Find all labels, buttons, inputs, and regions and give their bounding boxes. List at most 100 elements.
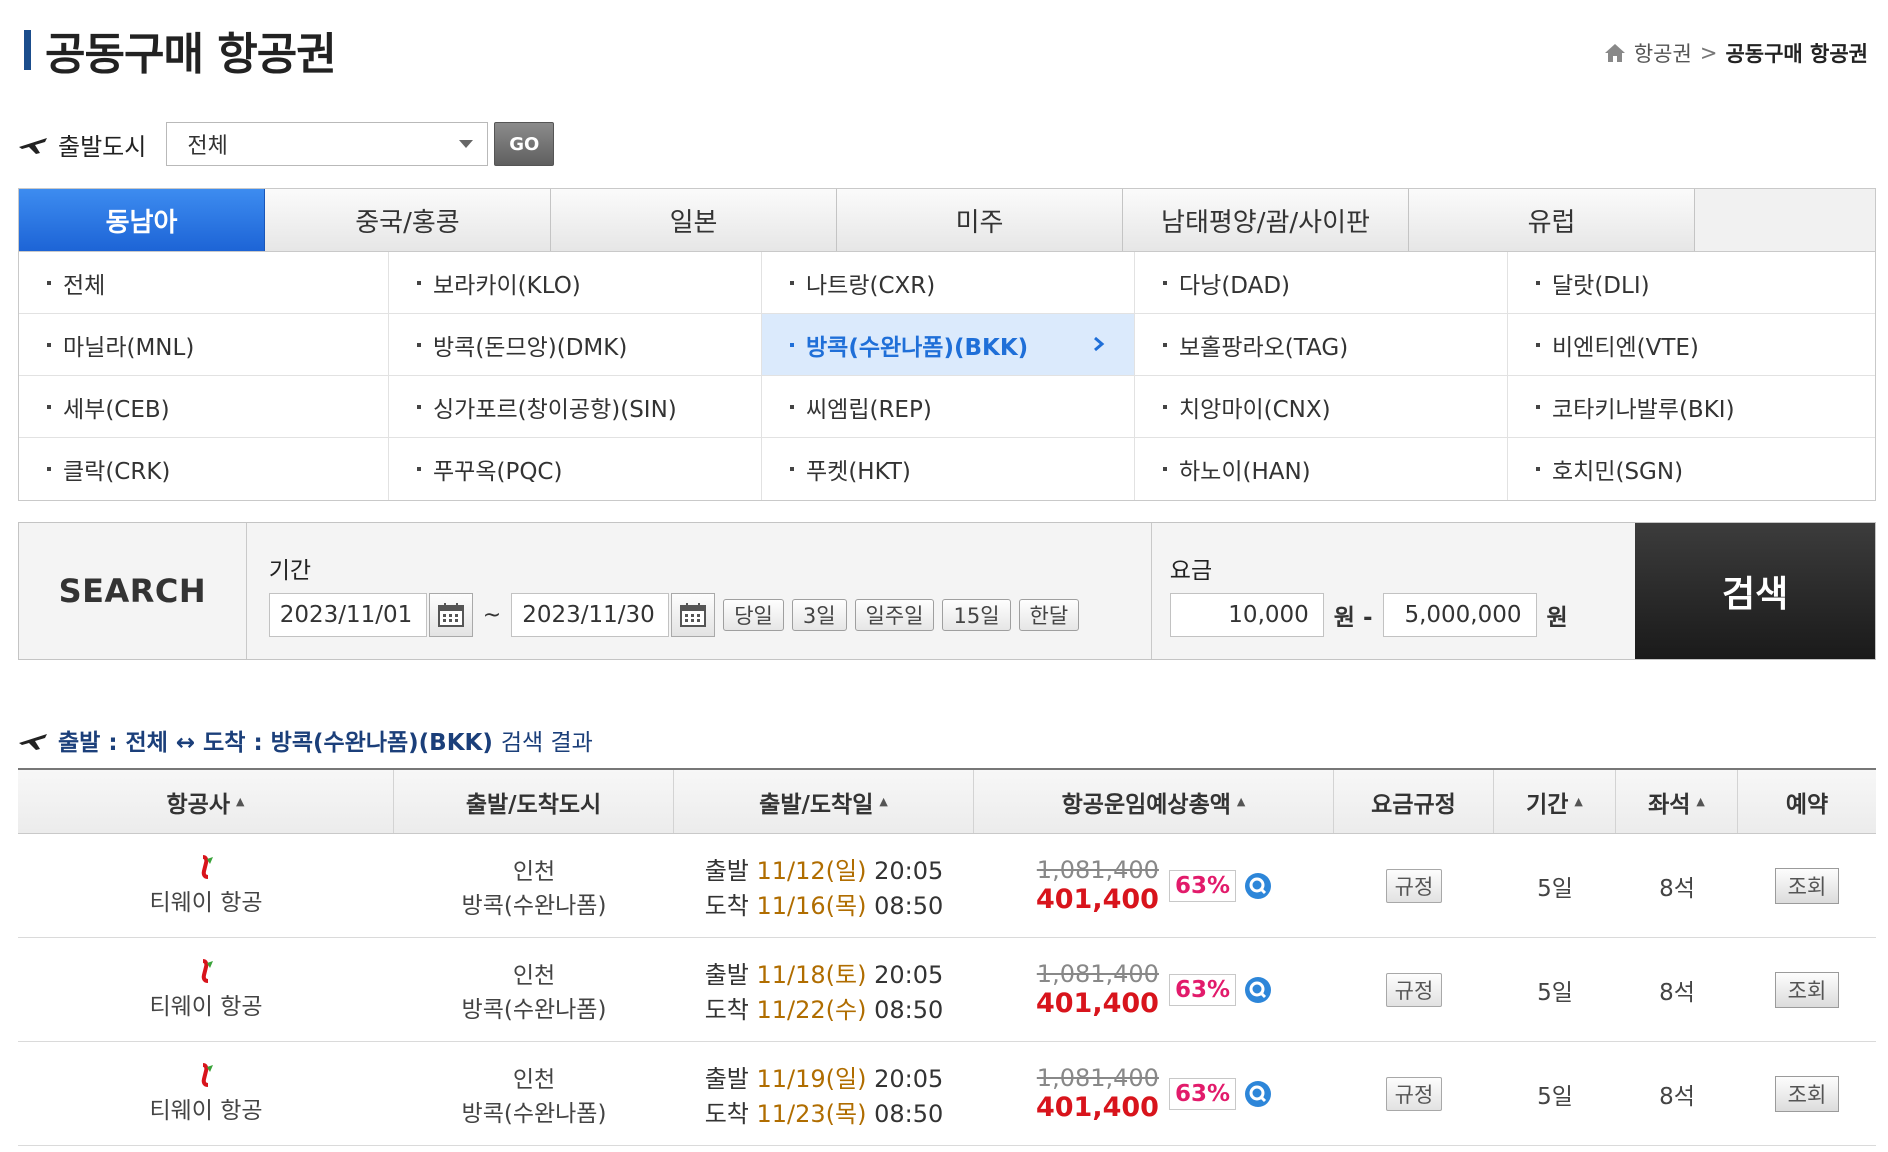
quick-range-week-button[interactable]: 일주일 xyxy=(854,599,935,631)
airline-name: 티웨이 항공 xyxy=(149,889,263,916)
magnifier-icon[interactable] xyxy=(1244,1080,1272,1108)
departure-time: 20:05 xyxy=(874,1064,944,1093)
tab-southeast-asia[interactable]: 동남아 xyxy=(19,189,265,251)
column-label: 기간 xyxy=(1526,791,1569,818)
city-item-tag[interactable]: 보홀팡라오(TAG) xyxy=(1135,314,1508,376)
departure-date: 11/12(일) xyxy=(756,856,867,885)
calendar-icon[interactable] xyxy=(428,593,473,637)
date-to-input[interactable]: 2023/11/30 xyxy=(511,593,670,637)
flight-results-table: 항공사 ▲ 출발/도착도시 출발/도착일 ▲ 항공운임예상총액 ▲ 요금규정 기간 ▲ … xyxy=(18,768,1876,1146)
arrival-datetime: 도착 11/22(수) 08:50 xyxy=(705,990,944,1025)
column-total-fare[interactable]: 항공운임예상총액 ▲ xyxy=(974,770,1334,833)
page-header: 공동구매 항공권 xyxy=(24,20,337,80)
city-item-sgn[interactable]: 호치민(SGN) xyxy=(1508,438,1875,500)
destination-city: 방콕(수완나폼) xyxy=(461,996,607,1023)
fare-rules-button[interactable]: 규정 xyxy=(1385,868,1443,903)
airline-cell: 티웨이 항공 xyxy=(18,938,394,1041)
bullet xyxy=(1163,280,1167,285)
column-seats[interactable]: 좌석 ▲ xyxy=(1616,770,1738,833)
tab-america[interactable]: 미주 xyxy=(837,189,1123,251)
city-item-vte[interactable]: 비엔티엔(VTE) xyxy=(1508,314,1875,376)
city-item-bkk[interactable]: 방콕(수완나폼)(BKK) xyxy=(762,314,1135,376)
chevron-down-icon xyxy=(459,140,474,148)
city-item-hkt[interactable]: 푸켓(HKT) xyxy=(762,438,1135,500)
city-label: 보라카이(KLO) xyxy=(433,272,581,299)
discount-badge: 63% xyxy=(1168,1077,1237,1110)
arrival-prefix: 도착 xyxy=(704,891,749,920)
city-item-dmk[interactable]: 방콕(돈므앙)(DMK) xyxy=(389,314,762,376)
city-item-klo[interactable]: 보라카이(KLO) xyxy=(389,252,762,314)
tab-japan[interactable]: 일본 xyxy=(551,189,837,251)
city-item-crk[interactable]: 클락(CRK) xyxy=(19,438,389,500)
city-item-all[interactable]: 전체 xyxy=(19,252,389,314)
bullet xyxy=(417,467,421,471)
city-label: 싱가포르(창이공항)(SIN) xyxy=(433,396,677,423)
departure-datetime: 출발 11/19(일) 20:05 xyxy=(705,1059,944,1094)
column-label: 요금규정 xyxy=(1371,791,1456,818)
go-button[interactable]: GO xyxy=(494,122,555,166)
departure-city-select[interactable]: 전체 xyxy=(166,122,489,166)
city-item-pqc[interactable]: 푸꾸옥(PQC) xyxy=(389,438,762,500)
fare-min-input[interactable]: 10,000 xyxy=(1169,593,1324,637)
quick-range-month-button[interactable]: 한달 xyxy=(1018,599,1080,631)
quick-range-today-button[interactable]: 당일 xyxy=(723,599,784,631)
page-title: 공동구매 항공권 xyxy=(45,29,337,80)
fare-rules-button[interactable]: 규정 xyxy=(1385,972,1443,1007)
quick-range-15days-button[interactable]: 15일 xyxy=(942,599,1011,631)
tway-logo-icon xyxy=(201,958,213,983)
column-period[interactable]: 기간 ▲ xyxy=(1494,770,1616,833)
period-cell: 5일 xyxy=(1537,1083,1573,1110)
column-dates[interactable]: 출발/도착일 ▲ xyxy=(674,770,974,833)
city-label: 나트랑(CXR) xyxy=(806,272,936,299)
city-item-ceb[interactable]: 세부(CEB) xyxy=(19,376,389,438)
quick-range-3days-button[interactable]: 3일 xyxy=(791,599,847,631)
fare-max-input[interactable]: 5,000,000 xyxy=(1382,593,1537,637)
city-label: 클락(CRK) xyxy=(63,459,171,485)
currency-unit-label: 원 - xyxy=(1333,605,1373,631)
city-item-han[interactable]: 하노이(HAN) xyxy=(1135,438,1508,500)
breadcrumb-item-flights[interactable]: 항공권 xyxy=(1634,38,1692,68)
bullet xyxy=(1536,342,1540,347)
city-label: 다낭(DAD) xyxy=(1179,272,1291,299)
region-tabs: 동남아 중국/홍콩 일본 미주 남태평양/괌/사이판 유럽 xyxy=(18,188,1876,252)
search-button[interactable]: 검색 xyxy=(1635,523,1875,659)
tway-logo-icon xyxy=(201,854,213,879)
city-item-dad[interactable]: 다낭(DAD) xyxy=(1135,252,1508,314)
calendar-icon[interactable] xyxy=(671,593,716,637)
view-button[interactable]: 조회 xyxy=(1774,971,1840,1008)
column-cities: 출발/도착도시 xyxy=(394,770,674,833)
sale-price: 401,400 xyxy=(1035,988,1159,1019)
breadcrumb-item-current: 공동구매 항공권 xyxy=(1725,42,1868,66)
departure-time: 20:05 xyxy=(874,960,944,989)
date-from-input[interactable]: 2023/11/01 xyxy=(268,593,427,637)
tab-south-pacific[interactable]: 남태평양/괌/사이판 xyxy=(1123,189,1409,251)
fare-cell: 1,081,400 401,400 63% xyxy=(974,938,1334,1041)
view-button[interactable]: 조회 xyxy=(1774,1075,1840,1112)
tab-china-hongkong[interactable]: 중국/홍콩 xyxy=(265,189,551,251)
city-item-dli[interactable]: 달랏(DLI) xyxy=(1508,252,1875,314)
period-cell: 5일 xyxy=(1537,875,1573,902)
airline-name: 티웨이 항공 xyxy=(149,1097,263,1124)
table-row: 티웨이 항공 인천 방콕(수완나폼) 출발 11/12(일) 20:05 도착 … xyxy=(18,834,1876,938)
seats-cell: 8석 xyxy=(1659,1083,1695,1110)
home-icon[interactable] xyxy=(1604,43,1626,63)
bullet xyxy=(1536,404,1540,409)
chevron-right-icon xyxy=(1094,336,1105,352)
city-item-sin[interactable]: 싱가포르(창이공항)(SIN) xyxy=(389,376,762,438)
arrival-prefix: 도착 xyxy=(704,995,749,1024)
city-item-cnx[interactable]: 치앙마이(CNX) xyxy=(1135,376,1508,438)
city-item-bki[interactable]: 코타키나발루(BKI) xyxy=(1508,376,1875,438)
view-button[interactable]: 조회 xyxy=(1774,867,1840,904)
column-airline[interactable]: 항공사 ▲ xyxy=(18,770,394,833)
tab-europe[interactable]: 유럽 xyxy=(1409,189,1695,251)
city-item-mnl[interactable]: 마닐라(MNL) xyxy=(19,314,389,376)
magnifier-icon[interactable] xyxy=(1244,872,1272,900)
date-range-separator: ~ xyxy=(482,602,502,628)
city-item-rep[interactable]: 씨엠립(REP) xyxy=(762,376,1135,438)
reserve-cell: 조회 xyxy=(1738,834,1876,937)
fare-rules-button[interactable]: 규정 xyxy=(1385,1076,1443,1111)
magnifier-icon[interactable] xyxy=(1244,976,1272,1004)
sort-up-icon: ▲ xyxy=(236,795,245,808)
origin-city: 인천 xyxy=(512,1066,556,1093)
city-item-cxr[interactable]: 나트랑(CXR) xyxy=(762,252,1135,314)
